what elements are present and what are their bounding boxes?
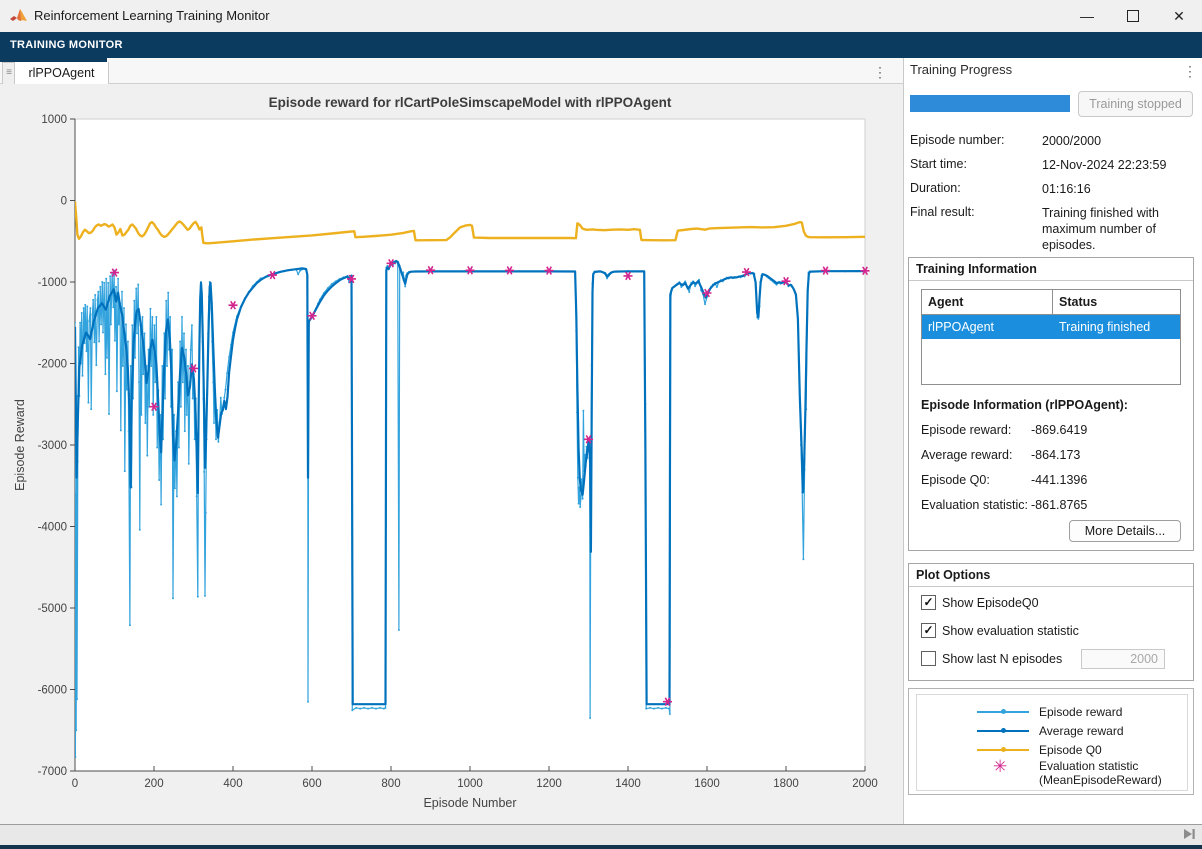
training-stopped-button[interactable]: Training stopped bbox=[1078, 91, 1193, 117]
episode-info-label: Episode Q0: bbox=[921, 473, 990, 487]
x-tick-label: 800 bbox=[381, 778, 400, 790]
training-information-panel: Training Information AgentStatusrlPPOAge… bbox=[908, 257, 1194, 551]
y-tick-label: 1000 bbox=[41, 114, 67, 126]
x-tick-label: 1000 bbox=[457, 778, 483, 790]
episode-info-label: Episode reward: bbox=[921, 423, 1011, 437]
matlab-logo-icon bbox=[10, 8, 28, 24]
episode-info-label: Evaluation statistic: bbox=[921, 498, 1028, 512]
episode-info-value: -861.8765 bbox=[1031, 498, 1087, 512]
x-tick-label: 0 bbox=[72, 778, 78, 790]
legend-label: Episode reward bbox=[1039, 705, 1122, 719]
title-bar: Reinforcement Learning Training Monitor … bbox=[0, 0, 1202, 33]
agent-status-table[interactable]: AgentStatusrlPPOAgentTraining finished bbox=[921, 289, 1181, 385]
minimize-button[interactable]: — bbox=[1064, 0, 1110, 32]
evaluation-star-icon: ✳ bbox=[993, 757, 1007, 777]
training-chart[interactable]: 1000 0 -1000 -2000 -3000 -4000 -5000 -6000 -7000… bbox=[0, 84, 903, 824]
training-information-title: Training Information bbox=[916, 262, 1037, 276]
x-tick-label: 1200 bbox=[536, 778, 562, 790]
info-value: 01:16:16 bbox=[1042, 181, 1194, 197]
info-label: Start time: bbox=[910, 157, 967, 171]
ribbon-tab-training-monitor[interactable]: TRAINING MONITOR bbox=[10, 39, 123, 51]
legend-marker-dot bbox=[1001, 728, 1006, 733]
maximize-icon bbox=[1127, 10, 1139, 22]
checkbox-checked-icon[interactable]: ✓ bbox=[921, 623, 936, 638]
y-axis-label: Episode Reward bbox=[13, 399, 27, 491]
info-label: Final result: bbox=[910, 205, 975, 219]
panel-overflow-menu-icon[interactable]: ⋮ bbox=[1183, 61, 1197, 81]
close-button[interactable]: ✕ bbox=[1156, 0, 1202, 32]
episode-information-title: Episode Information (rlPPOAgent): bbox=[921, 398, 1128, 412]
x-tick-label: 400 bbox=[223, 778, 242, 790]
table-row[interactable]: rlPPOAgentTraining finished bbox=[922, 315, 1180, 339]
last-n-episodes-input[interactable] bbox=[1081, 649, 1165, 669]
episode-info-value: -869.6419 bbox=[1031, 423, 1087, 437]
legend-box: Episode rewardAverage rewardEpisode Q0✳E… bbox=[916, 694, 1188, 791]
checkbox-row[interactable]: ✓ Show evaluation statistic bbox=[921, 623, 1079, 638]
legend-label: Average reward bbox=[1039, 724, 1124, 738]
tab-overflow-menu-icon[interactable]: ⋮ bbox=[872, 61, 888, 83]
skip-to-end-icon[interactable] bbox=[1183, 828, 1196, 840]
col-status: Status bbox=[1053, 290, 1180, 314]
legend-item[interactable]: Episode reward bbox=[917, 703, 1187, 721]
tab-rlppoagent[interactable]: rlPPOAgent bbox=[14, 62, 109, 84]
x-tick-label: 600 bbox=[302, 778, 321, 790]
status-cell: Training finished bbox=[1053, 315, 1180, 339]
episode-info-label: Average reward: bbox=[921, 448, 1013, 462]
y-tick-label: -2000 bbox=[38, 359, 67, 371]
maximize-button[interactable] bbox=[1110, 0, 1156, 32]
x-axis-label: Episode Number bbox=[423, 796, 516, 810]
legend-marker-dot bbox=[1001, 709, 1006, 714]
info-value: Training finished with maximum number of… bbox=[1042, 205, 1194, 253]
legend-item[interactable]: Average reward bbox=[917, 722, 1187, 740]
panel-title: Training Progress bbox=[910, 62, 1012, 77]
more-details-button[interactable]: More Details... bbox=[1069, 520, 1181, 542]
legend-panel: Episode rewardAverage rewardEpisode Q0✳E… bbox=[908, 688, 1194, 795]
divider bbox=[909, 586, 1193, 587]
checkbox-label: Show EpisodeQ0 bbox=[942, 596, 1039, 610]
plot-options-title: Plot Options bbox=[916, 568, 990, 582]
info-label: Episode number: bbox=[910, 133, 1005, 147]
plot-options-panel: Plot Options ✓ Show EpisodeQ0 ✓ Show evalua… bbox=[908, 563, 1194, 681]
window-title: Reinforcement Learning Training Monitor bbox=[34, 8, 270, 23]
app-window: Reinforcement Learning Training Monitor … bbox=[0, 0, 1202, 849]
y-tick-label: -3000 bbox=[38, 440, 67, 452]
legend-label: Evaluation statistic(MeanEpisodeReward) bbox=[1039, 759, 1162, 787]
checkbox-label: Show evaluation statistic bbox=[942, 624, 1079, 638]
legend-item[interactable]: ✳Evaluation statistic(MeanEpisodeReward) bbox=[917, 757, 1187, 775]
episode-info-value: -441.1396 bbox=[1031, 473, 1087, 487]
col-agent: Agent bbox=[922, 290, 1053, 314]
status-bar bbox=[0, 824, 1202, 845]
x-tick-label: 200 bbox=[144, 778, 163, 790]
y-tick-label: 0 bbox=[61, 196, 67, 208]
episode-info-value: -864.173 bbox=[1031, 448, 1080, 462]
y-tick-label: -4000 bbox=[38, 522, 67, 534]
checkbox-checked-icon[interactable]: ✓ bbox=[921, 595, 936, 610]
info-value: 12-Nov-2024 22:23:59 bbox=[1042, 157, 1194, 173]
training-progress-bar bbox=[910, 95, 1070, 112]
ribbon-bar: TRAINING MONITOR bbox=[0, 32, 1202, 58]
x-tick-label: 1800 bbox=[773, 778, 799, 790]
checkbox-unchecked-icon[interactable] bbox=[921, 651, 936, 666]
checkbox-row[interactable]: ✓ Show EpisodeQ0 bbox=[921, 595, 1039, 610]
legend-label: Episode Q0 bbox=[1039, 743, 1102, 757]
window-bottom-edge bbox=[0, 845, 1202, 849]
x-tick-label: 1400 bbox=[615, 778, 641, 790]
agent-cell: rlPPOAgent bbox=[922, 315, 1053, 339]
document-tab-strip bbox=[0, 58, 903, 84]
x-tick-label: 1600 bbox=[694, 778, 720, 790]
y-tick-label: -7000 bbox=[38, 766, 67, 778]
info-value: 2000/2000 bbox=[1042, 133, 1194, 149]
checkbox-label: Show last N episodes bbox=[942, 652, 1062, 666]
chart-title: Episode reward for rlCartPoleSimscapeMod… bbox=[269, 95, 672, 110]
divider bbox=[909, 280, 1193, 281]
y-tick-label: -5000 bbox=[38, 603, 67, 615]
y-tick-label: -1000 bbox=[38, 277, 67, 289]
table-header-row: AgentStatus bbox=[922, 290, 1180, 315]
legend-marker-dot bbox=[1001, 747, 1006, 752]
checkbox-row[interactable]: Show last N episodes bbox=[921, 651, 1062, 666]
info-label: Duration: bbox=[910, 181, 961, 195]
y-tick-label: -6000 bbox=[38, 685, 67, 697]
x-tick-label: 2000 bbox=[852, 778, 878, 790]
